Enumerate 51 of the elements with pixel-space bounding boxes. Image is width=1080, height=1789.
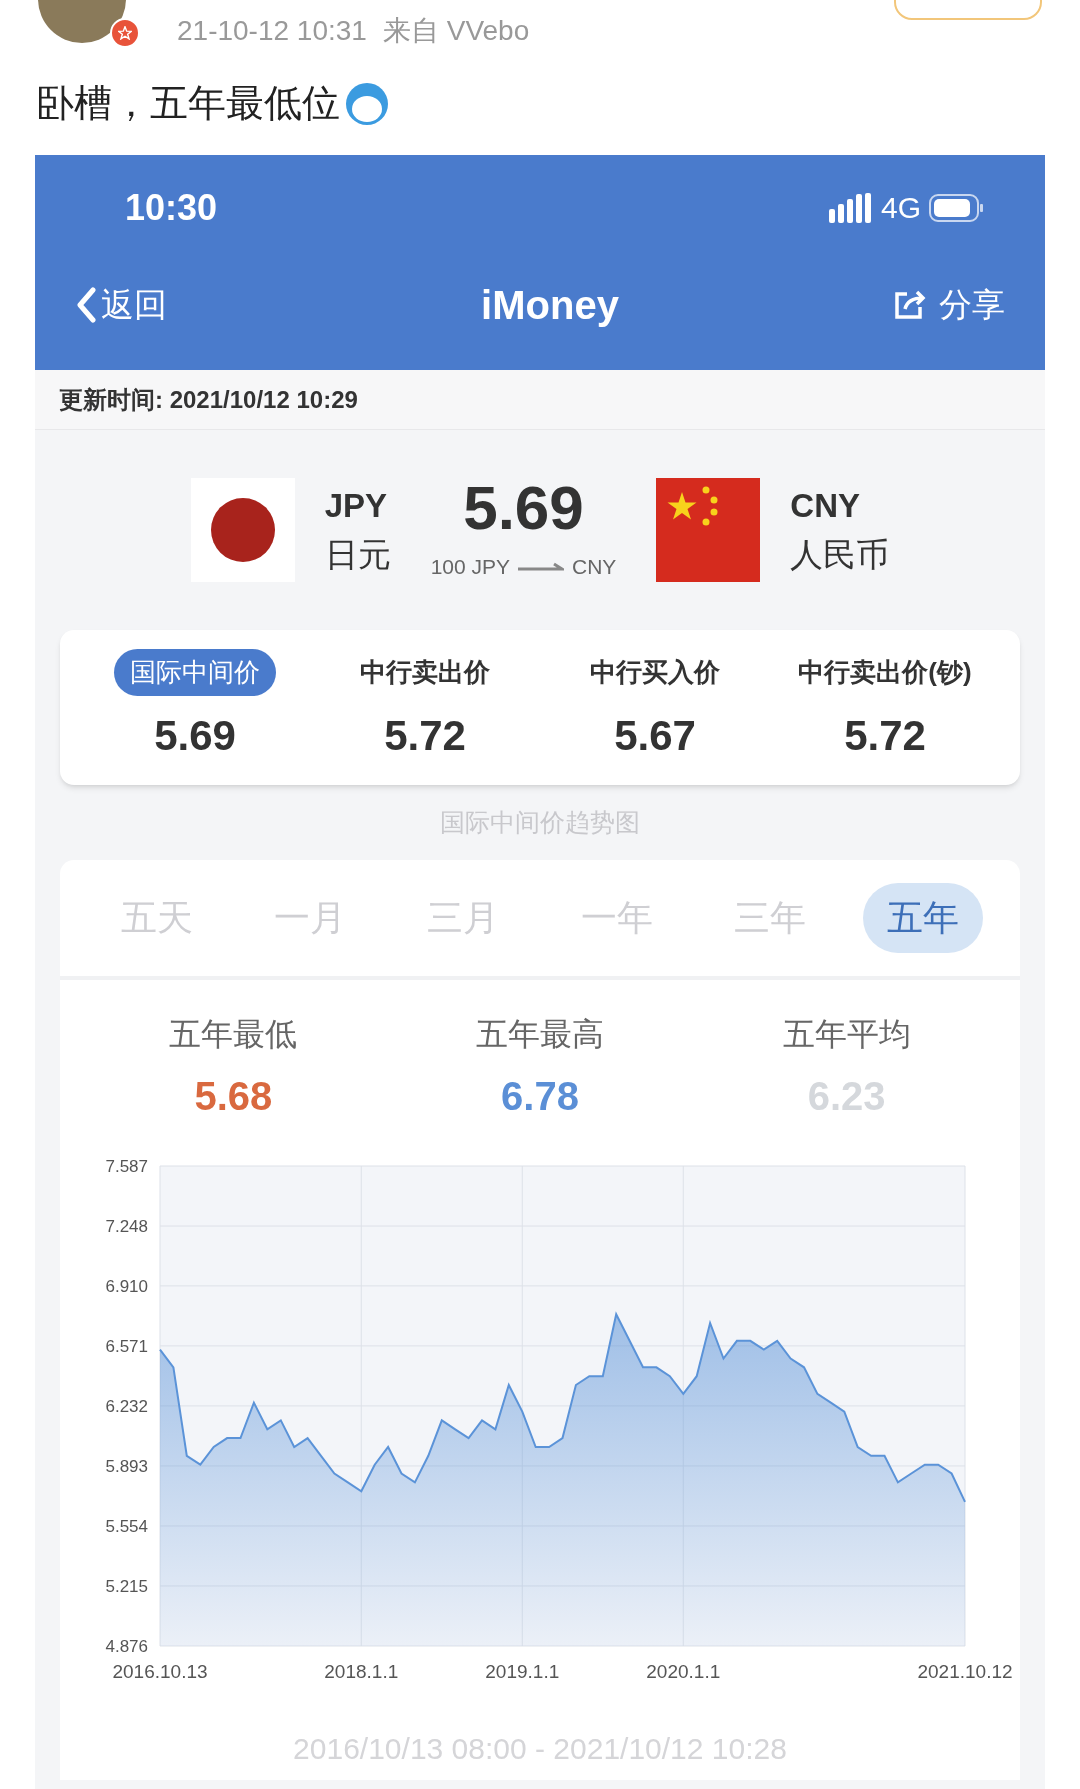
rate-tab[interactable]: 中行卖出价(钞) (790, 648, 980, 696)
share-icon (893, 289, 927, 321)
y-tick-label: 7.248 (105, 1217, 148, 1236)
status-time: 10:30 (125, 185, 218, 230)
y-tick-label: 6.910 (105, 1276, 148, 1296)
currency-code: JPY (324, 485, 388, 526)
x-tick-label: 2018.1.1 (324, 1661, 399, 1682)
rate-tab[interactable]: 国际中间价 (114, 648, 276, 696)
rate-value: 5.72 (844, 710, 926, 761)
rate-value: 5.67 (614, 710, 696, 761)
x-tick-label: 2021.10.12 (917, 1661, 1013, 1682)
y-tick-label: 5.215 (105, 1577, 148, 1596)
update-time: 更新时间: 2021/10/12 10:29 (59, 384, 358, 415)
x-tick-label: 2020.1.1 (646, 1661, 721, 1682)
stat-value: 5.68 (194, 1073, 273, 1120)
currency-name: 日元 (324, 535, 391, 575)
y-tick-label: 6.232 (105, 1396, 148, 1416)
stat-label: 五年平均 (782, 1015, 911, 1054)
y-tick-label: 7.587 (105, 1157, 148, 1176)
rate-value: 5.72 (384, 710, 466, 761)
battery-icon (929, 193, 985, 222)
currency-name: 人民币 (790, 535, 890, 575)
exchange-rate: 5.69 (463, 477, 584, 540)
network-type: 4G (880, 190, 921, 226)
rate-tab[interactable]: 中行买入价 (582, 648, 728, 696)
period-tab[interactable]: 五年 (863, 883, 984, 953)
emoji-icon (344, 80, 390, 127)
rate-target: CNY (572, 554, 617, 581)
stat-value: 6.78 (501, 1073, 579, 1120)
stat-label: 五年最低 (169, 1015, 298, 1054)
flag-icon (656, 478, 761, 582)
post-timestamp: 21-10-12 10:31 (177, 14, 367, 48)
currency-code: CNY (790, 485, 862, 526)
x-tick-label: 2016.10.13 (112, 1661, 208, 1682)
post-source: 来自 VVebo (382, 14, 530, 48)
rate-value: 5.69 (154, 710, 236, 761)
y-tick-label: 6.571 (105, 1336, 148, 1356)
y-tick-label: 5.893 (105, 1456, 148, 1476)
share-button[interactable]: 分享 (893, 280, 1005, 330)
flag-icon (190, 478, 295, 582)
back-chevron-icon (75, 287, 97, 323)
stat-label: 五年最高 (476, 1015, 604, 1054)
back-button[interactable]: 返回 (75, 280, 167, 330)
x-tick-label: 2019.1.1 (485, 1661, 560, 1682)
y-tick-label: 5.554 (105, 1516, 148, 1536)
post-text: 卧槽，五年最低位 (36, 81, 340, 126)
rate-unit: 100 JPY (430, 554, 510, 581)
y-tick-label: 4.876 (105, 1637, 148, 1656)
app-title: iMoney (481, 282, 619, 329)
rate-tab[interactable]: 中行卖出价 (352, 648, 498, 696)
signal-icon (828, 192, 873, 223)
